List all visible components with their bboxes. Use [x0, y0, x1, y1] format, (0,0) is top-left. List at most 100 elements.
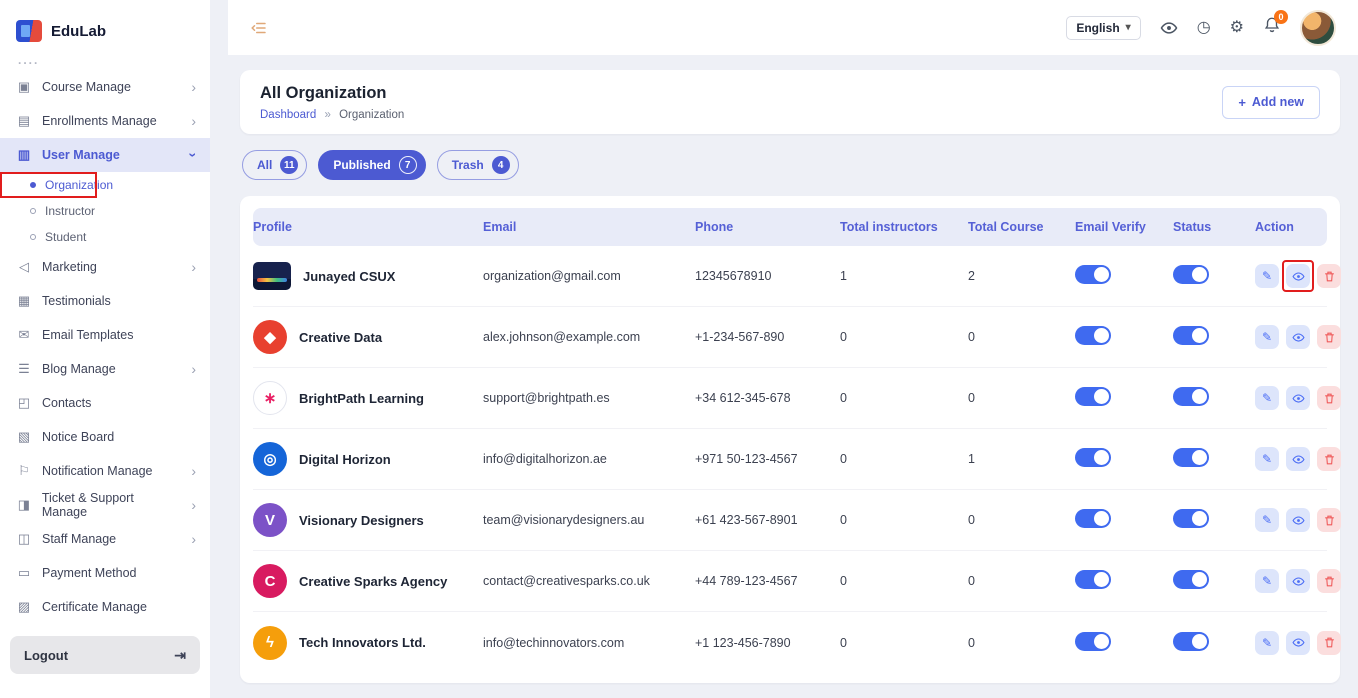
total-instructors-cell: 0 — [840, 513, 968, 527]
total-course-cell: 0 — [968, 330, 1075, 344]
filter-tab-published[interactable]: Published7 — [318, 150, 425, 180]
total-instructors-cell: 0 — [840, 330, 968, 344]
view-button[interactable] — [1286, 508, 1310, 532]
sidebar-item-ticket-support-manage[interactable]: ◨Ticket & Support Manage› — [0, 488, 210, 522]
contacts-icon: ◰ — [16, 395, 32, 411]
sidebar-item-user-manage[interactable]: ▥User Manage› — [0, 138, 210, 172]
sidebar-item-label: Notification Manage — [42, 464, 152, 478]
delete-button[interactable] — [1317, 508, 1341, 532]
profile-cell: ϟTech Innovators Ltd. — [253, 626, 483, 660]
edit-button[interactable]: ✎ — [1255, 631, 1279, 655]
breadcrumb-dashboard-link[interactable]: Dashboard — [260, 109, 316, 121]
filter-tab-all[interactable]: All11 — [242, 150, 307, 180]
sidebar-item-enrollments-manage[interactable]: ▤Enrollments Manage› — [0, 104, 210, 138]
edit-button[interactable]: ✎ — [1255, 386, 1279, 410]
status-toggle[interactable] — [1173, 570, 1209, 589]
edit-button[interactable]: ✎ — [1255, 569, 1279, 593]
sidebar-item-certificate-manage[interactable]: ▨Certificate Manage — [0, 590, 210, 624]
profile-cell: Junayed CSUX — [253, 262, 483, 290]
delete-button[interactable] — [1317, 264, 1341, 288]
delete-button[interactable] — [1317, 325, 1341, 349]
sidebar-item-payment-method[interactable]: ▭Payment Method — [0, 556, 210, 590]
toggle-knob — [1094, 389, 1109, 404]
toggle-knob — [1094, 328, 1109, 343]
sidebar-subitem-student[interactable]: Student — [0, 224, 210, 250]
sidebar-item-testimonials[interactable]: ▦Testimonials — [0, 284, 210, 318]
edit-button[interactable]: ✎ — [1255, 264, 1279, 288]
sidebar-subitem-instructor[interactable]: Instructor — [0, 198, 210, 224]
view-button[interactable] — [1286, 386, 1310, 410]
phone-cell: +1 123-456-7890 — [695, 636, 840, 650]
email-verify-toggle[interactable] — [1075, 570, 1111, 589]
sidebar-item-email-templates[interactable]: ✉Email Templates — [0, 318, 210, 352]
delete-button[interactable] — [1317, 631, 1341, 655]
language-value: English — [1076, 21, 1119, 35]
delete-button[interactable] — [1317, 569, 1341, 593]
view-button-wrap — [1286, 569, 1310, 593]
email-cell: team@visionarydesigners.au — [483, 513, 695, 527]
user-avatar[interactable] — [1300, 10, 1336, 46]
language-select[interactable]: English ▾ — [1066, 16, 1140, 40]
sidebar-collapse-icon[interactable] — [250, 19, 268, 37]
sidebar-subitem-organization[interactable]: Organization — [0, 172, 210, 198]
email-verify-toggle[interactable] — [1075, 387, 1111, 406]
email-verify-toggle[interactable] — [1075, 632, 1111, 651]
add-new-button[interactable]: + Add new — [1222, 86, 1320, 119]
edit-button[interactable]: ✎ — [1255, 508, 1279, 532]
status-toggle[interactable] — [1173, 448, 1209, 467]
users-icon: ▥ — [16, 147, 32, 163]
view-button[interactable] — [1286, 447, 1310, 471]
view-button[interactable] — [1286, 631, 1310, 655]
edit-button[interactable]: ✎ — [1255, 447, 1279, 471]
plus-icon: + — [1238, 95, 1246, 110]
profile-cell: CCreative Sparks Agency — [253, 564, 483, 598]
profile-cell: VVisionary Designers — [253, 503, 483, 537]
filter-tab-trash[interactable]: Trash4 — [437, 150, 519, 180]
table-row: ◆Creative Dataalex.johnson@example.com+1… — [253, 307, 1327, 368]
status-toggle[interactable] — [1173, 632, 1209, 651]
email-verify-toggle[interactable] — [1075, 326, 1111, 345]
gear-icon[interactable]: ⚙ — [1230, 20, 1244, 36]
sidebar-item-label: Certificate Manage — [42, 600, 147, 614]
breadcrumb: Dashboard » Organization — [260, 109, 404, 121]
notifications-bell-icon[interactable]: 0 — [1263, 16, 1281, 39]
sidebar-item-marketing[interactable]: ◁Marketing› — [0, 250, 210, 284]
total-instructors-cell: 0 — [840, 636, 968, 650]
sidebar-item-notice-board[interactable]: ▧Notice Board — [0, 420, 210, 454]
sidebar-item-contacts[interactable]: ◰Contacts — [0, 386, 210, 420]
toggle-knob — [1094, 572, 1109, 587]
status-toggle[interactable] — [1173, 326, 1209, 345]
email-verify-toggle[interactable] — [1075, 448, 1111, 467]
view-button[interactable] — [1286, 264, 1310, 288]
column-header-email-verify: Email Verify — [1075, 220, 1173, 234]
status-toggle[interactable] — [1173, 265, 1209, 284]
sidebar-item-staff-manage[interactable]: ◫Staff Manage› — [0, 522, 210, 556]
organization-name: Creative Data — [299, 330, 382, 345]
view-button[interactable] — [1286, 569, 1310, 593]
clock-icon[interactable]: ◷ — [1197, 20, 1211, 36]
table-row: ◎Digital Horizoninfo@digitalhorizon.ae+9… — [253, 429, 1327, 490]
email-verify-toggle[interactable] — [1075, 509, 1111, 528]
toggle-knob — [1192, 389, 1207, 404]
email-verify-toggle[interactable] — [1075, 265, 1111, 284]
column-header-total-course: Total Course — [968, 220, 1075, 234]
toggle-knob — [1192, 267, 1207, 282]
status-toggle[interactable] — [1173, 387, 1209, 406]
sidebar-item-course-manage[interactable]: ▣Course Manage› — [0, 70, 210, 104]
sidebar-section-dots: .... — [0, 52, 210, 70]
email-cell: alex.johnson@example.com — [483, 330, 695, 344]
sidebar-item-blog-manage[interactable]: ☰Blog Manage› — [0, 352, 210, 386]
status-cell — [1173, 632, 1255, 654]
sidebar-item-label: Course Manage — [42, 80, 131, 94]
view-button[interactable] — [1286, 325, 1310, 349]
eye-icon[interactable] — [1160, 19, 1178, 37]
status-toggle[interactable] — [1173, 509, 1209, 528]
delete-button[interactable] — [1317, 386, 1341, 410]
add-new-label: Add new — [1252, 95, 1304, 109]
bullet-icon — [30, 234, 36, 240]
sidebar-item-notification-manage[interactable]: ⚐Notification Manage› — [0, 454, 210, 488]
logout-button[interactable]: Logout ⇥ — [10, 636, 200, 674]
delete-button[interactable] — [1317, 447, 1341, 471]
edit-button[interactable]: ✎ — [1255, 325, 1279, 349]
column-header-action: Action — [1255, 220, 1327, 234]
